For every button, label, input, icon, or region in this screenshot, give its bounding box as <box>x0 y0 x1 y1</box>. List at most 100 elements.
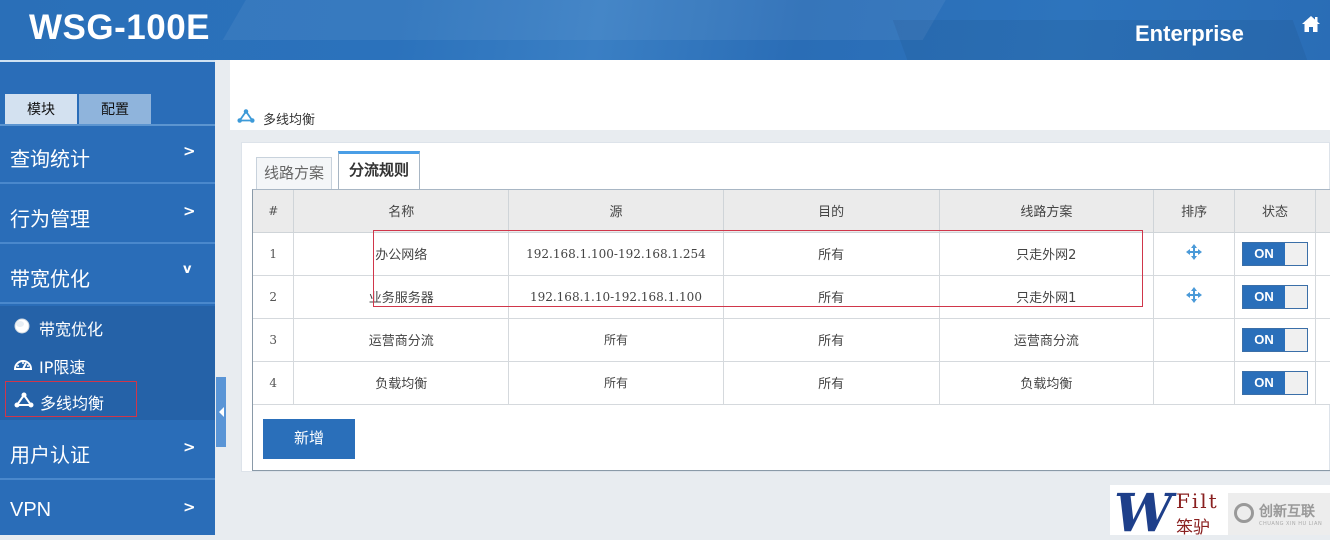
header-decoration <box>892 20 1308 60</box>
network-triangle-icon <box>14 392 34 408</box>
chevron-right-icon: > <box>183 202 196 220</box>
sidebar-item-behavior-mgmt[interactable]: 行为管理 > <box>0 186 215 244</box>
header-decoration <box>222 0 958 40</box>
tab-split-rules[interactable]: 分流规则 <box>338 151 420 189</box>
cell-name: 业务服务器 <box>293 274 510 319</box>
table-row: 2 业务服务器 192.168.1.10-192.168.1.100 所有 只走外网1 O… <box>253 274 1330 319</box>
cell-destination: 所有 <box>722 360 940 405</box>
column-header-status: 状态 <box>1234 190 1316 233</box>
chevron-right-icon: > <box>183 438 196 456</box>
cell-destination: 所有 <box>722 274 940 319</box>
cell-filler <box>1314 274 1330 319</box>
sidebar-item-label: 带宽优化 <box>10 267 90 291</box>
cell-sort <box>1153 231 1236 276</box>
mode-tab-module[interactable]: 模块 <box>5 94 77 124</box>
cell-source: 192.168.1.100-192.168.1.254 <box>508 231 724 276</box>
move-drag-icon[interactable] <box>1186 243 1203 260</box>
toggle-on-label: ON <box>1243 285 1285 308</box>
page-title: 多线均衡 <box>263 113 316 128</box>
tab-line-plan[interactable]: 线路方案 <box>256 157 332 189</box>
watermark-logo-icon <box>1234 503 1254 523</box>
rules-table: # 名称 源 目的 线路方案 排序 状态 1 办公网络 192.168.1.100-… <box>253 190 1330 405</box>
toggle-on-label: ON <box>1243 242 1285 265</box>
cell-destination: 所有 <box>722 231 940 276</box>
chevron-right-icon: > <box>183 142 196 160</box>
cell-line-plan: 运营商分流 <box>938 317 1155 362</box>
sidebar-subitem-label: IP限速 <box>39 358 86 377</box>
cell-index: 2 <box>253 274 295 319</box>
cell-source: 所有 <box>508 360 724 405</box>
table-row: 3 运营商分流 所有 所有 运营商分流 ON <box>253 317 1330 362</box>
toggle-on-label: ON <box>1243 328 1285 351</box>
sidebar-subnav: 带宽优化 IP限速 多线均衡 <box>0 306 215 420</box>
chevron-right-icon: > <box>183 498 196 516</box>
sidebar-item-label: 行为管理 <box>10 207 90 231</box>
cell-source: 192.168.1.10-192.168.1.100 <box>508 274 724 319</box>
cell-index: 4 <box>253 360 295 405</box>
sidebar-subitem-ip-limit[interactable]: IP限速 <box>5 346 137 382</box>
cell-index: 3 <box>253 317 295 362</box>
table-row: 4 负载均衡 所有 所有 负载均衡 ON <box>253 360 1330 405</box>
column-header-sort: 排序 <box>1153 190 1236 233</box>
cell-name: 负载均衡 <box>293 360 510 405</box>
sidebar-item-vpn[interactable]: VPN > <box>0 482 215 540</box>
column-header-name: 名称 <box>293 190 510 233</box>
page-titlebar: 多线均衡 <box>230 60 1330 130</box>
watermark-text-cn: 笨驴 <box>1176 518 1210 535</box>
main-content: 多线均衡 线路方案 分流规则 # 名称 源 目的 线路方案 排序 状态 1 办公… <box>230 60 1330 535</box>
sidebar-subitem-bandwidth-opt[interactable]: 带宽优化 <box>5 308 137 344</box>
watermark-overlay-text: 创新互联 <box>1259 504 1315 520</box>
status-toggle[interactable]: ON <box>1242 241 1308 266</box>
speedometer-icon <box>13 360 33 370</box>
watermark: W Filt 笨驴 创新互联 CHUANG XIN HU LIAN <box>1110 485 1330 535</box>
sidebar-subitem-label: 多线均衡 <box>40 394 105 413</box>
table-header-row: # 名称 源 目的 线路方案 排序 状态 <box>253 190 1330 233</box>
sidebar-item-user-auth[interactable]: 用户认证 > <box>0 422 215 480</box>
content-panel: 线路方案 分流规则 # 名称 源 目的 线路方案 排序 状态 1 办公网络 19… <box>241 142 1330 472</box>
column-header-filler <box>1314 190 1330 233</box>
cell-name: 运营商分流 <box>293 317 510 362</box>
status-toggle[interactable]: ON <box>1242 327 1308 352</box>
sidebar-subitem-label: 带宽优化 <box>39 320 104 339</box>
mode-tab-config[interactable]: 配置 <box>79 94 151 124</box>
status-toggle[interactable]: ON <box>1242 284 1308 309</box>
column-header-destination: 目的 <box>722 190 940 233</box>
cell-filler <box>1314 360 1330 405</box>
column-header-source: 源 <box>508 190 724 233</box>
cell-status: ON <box>1234 231 1316 276</box>
cell-line-plan: 只走外网1 <box>938 274 1155 319</box>
chevron-down-icon: v <box>183 262 192 277</box>
sidebar-item-query-stats[interactable]: 查询统计 > <box>0 126 215 184</box>
sidebar-subitem-multiline-balance[interactable]: 多线均衡 <box>5 381 137 417</box>
watermark-logo: W <box>1114 485 1173 535</box>
globe-icon <box>14 318 30 334</box>
table-row: 1 办公网络 192.168.1.100-192.168.1.254 所有 只走外网2 O… <box>253 231 1330 276</box>
cell-sort <box>1153 360 1236 405</box>
cell-status: ON <box>1234 274 1316 319</box>
move-drag-icon[interactable] <box>1186 286 1203 303</box>
edition-label: Enterprise <box>1135 21 1244 46</box>
status-toggle[interactable]: ON <box>1242 370 1308 395</box>
home-icon[interactable] <box>1301 15 1321 33</box>
cell-status: ON <box>1234 360 1316 405</box>
cell-line-plan: 负载均衡 <box>938 360 1155 405</box>
product-logo: WSG-100E <box>29 8 210 47</box>
sidebar-collapse-handle[interactable] <box>216 377 226 447</box>
top-header: WSG-100E Enterprise <box>0 0 1330 60</box>
watermark-overlay-subtext: CHUANG XIN HU LIAN <box>1259 521 1323 527</box>
cell-filler <box>1314 231 1330 276</box>
rules-table-container: # 名称 源 目的 线路方案 排序 状态 1 办公网络 192.168.1.100-… <box>252 189 1330 471</box>
sidebar-item-bandwidth-opt[interactable]: 带宽优化 v <box>0 246 215 304</box>
cell-filler <box>1314 317 1330 362</box>
add-rule-button[interactable]: 新增 <box>263 419 355 459</box>
sidebar-item-label: 查询统计 <box>10 147 90 171</box>
column-header-line-plan: 线路方案 <box>938 190 1155 233</box>
sidebar-divider <box>0 60 215 62</box>
cell-source: 所有 <box>508 317 724 362</box>
sidebar: 模块 配置 查询统计 > 行为管理 > 带宽优化 v 带宽优化 IP限速 多线均… <box>0 60 215 535</box>
watermark-text-en: Filt <box>1176 489 1219 513</box>
network-triangle-icon <box>237 109 255 123</box>
watermark-overlay: 创新互联 CHUANG XIN HU LIAN <box>1228 493 1330 535</box>
cell-line-plan: 只走外网2 <box>938 231 1155 276</box>
cell-sort <box>1153 274 1236 319</box>
